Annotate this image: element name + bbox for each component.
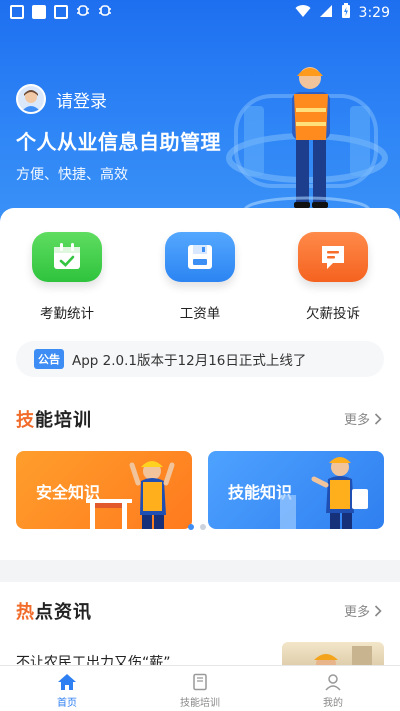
calendar-check-icon[interactable]: [32, 232, 102, 282]
wage-complaint-button[interactable]: 欠薪投诉: [278, 232, 388, 322]
bottom-tab-bar: 首页 技能培训 我的: [0, 665, 400, 711]
image-icon: [10, 5, 24, 19]
worker-illustration: [280, 457, 368, 529]
chevron-right-icon: [374, 604, 382, 617]
hero-banner: 3:29 请登录 个人从业信息自助管理 方便、快捷、高效: [0, 0, 400, 240]
tab-label: 我的: [323, 698, 343, 709]
avatar[interactable]: [16, 84, 46, 114]
payslip-button[interactable]: 工资单: [145, 232, 255, 322]
hero-title: 个人从业信息自助管理: [16, 130, 221, 154]
worker-illustration: [86, 461, 175, 529]
wage-complaint-label: 欠薪投诉: [306, 306, 360, 322]
clock-time: 3:29: [358, 4, 390, 21]
battery-icon: [341, 3, 351, 22]
skill-knowledge-card[interactable]: 技能知识: [208, 451, 384, 529]
training-more-link[interactable]: 更多: [344, 409, 382, 428]
section-title: 技能培训: [16, 410, 92, 431]
status-bar: 3:29: [0, 0, 400, 24]
carousel-dot[interactable]: [200, 524, 206, 530]
login-label[interactable]: 请登录: [56, 87, 107, 112]
tab-mine[interactable]: 我的: [283, 672, 383, 709]
hot-news-section: 热点资讯 更多 不让农民工出力又伤“薪”: [0, 582, 400, 672]
payslip-label: 工资单: [179, 306, 221, 322]
announcement-text[interactable]: App 2.0.1版本于12月16日正式上线了: [72, 349, 306, 369]
worker-illustration: [226, 67, 388, 224]
home-icon: [58, 674, 76, 690]
announcement-tag: 公告: [34, 349, 64, 369]
safety-knowledge-card[interactable]: 安全知识: [16, 451, 192, 529]
chevron-right-icon: [374, 412, 382, 425]
attendance-button[interactable]: 考勤统计: [12, 232, 122, 322]
tab-home[interactable]: 首页: [17, 672, 117, 709]
carousel-indicator: [188, 524, 206, 530]
square-icon: [32, 5, 46, 19]
news-more-link[interactable]: 更多: [344, 601, 382, 620]
floppy-disk-icon[interactable]: [165, 232, 235, 282]
message-report-icon[interactable]: [298, 232, 368, 282]
user-icon: [325, 674, 341, 691]
announcement-bar[interactable]: 公告 App 2.0.1版本于12月16日正式上线了: [16, 341, 384, 377]
wifi-icon: [295, 4, 311, 22]
signal-icon: [319, 4, 333, 22]
quick-actions-panel: 考勤统计 工资单 欠薪投诉 公告 App 2.0.1版本于12月16日正式上线了: [0, 208, 400, 390]
attendance-label: 考勤统计: [40, 306, 94, 322]
grid-icon: [54, 5, 68, 19]
section-title: 热点资讯: [16, 602, 92, 623]
login-row[interactable]: 请登录: [16, 84, 107, 114]
carousel-dot[interactable]: [188, 524, 194, 530]
book-icon: [193, 673, 207, 691]
hero-subtitle: 方便、快捷、高效: [16, 167, 128, 183]
bug-icon: [76, 3, 90, 21]
tab-skills-training[interactable]: 技能培训: [150, 672, 250, 709]
skills-training-section: 技能培训 更多 安全知识 技能知识: [0, 390, 400, 560]
bug-icon: [98, 3, 112, 21]
tab-label: 首页: [57, 698, 77, 709]
tab-label: 技能培训: [180, 698, 220, 709]
